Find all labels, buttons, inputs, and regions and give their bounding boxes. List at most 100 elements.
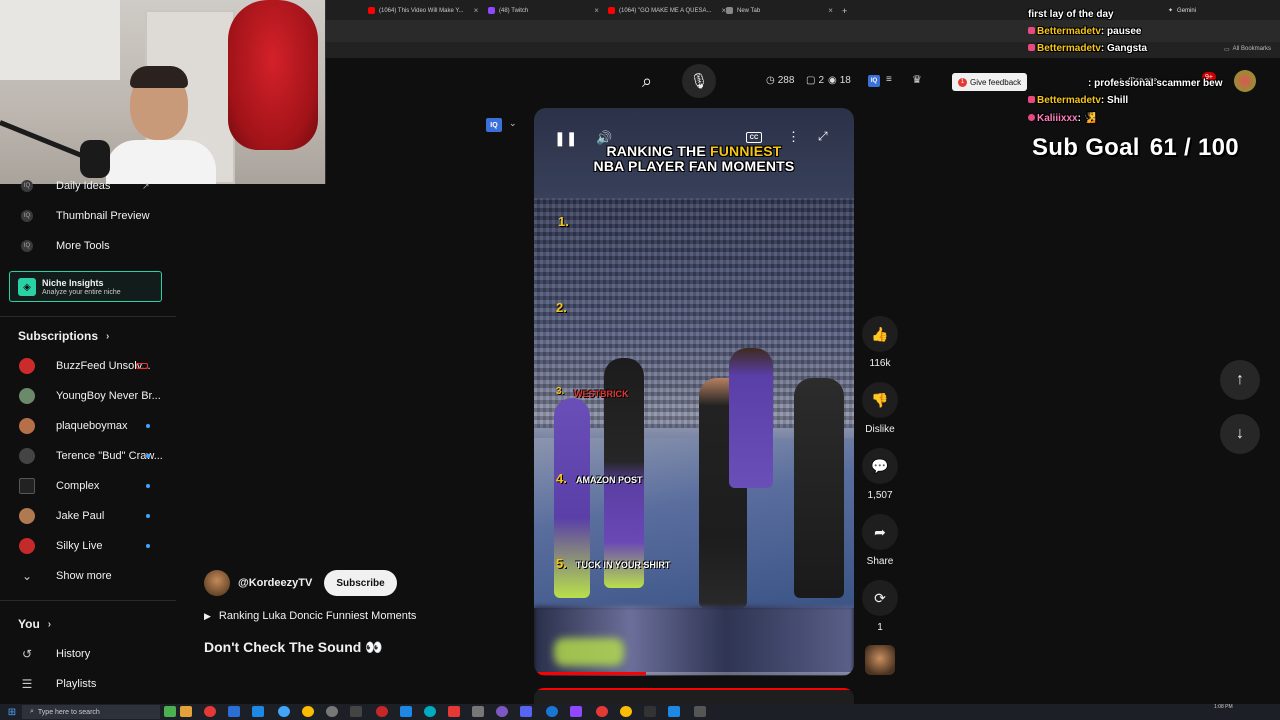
chrome-icon[interactable]	[620, 706, 632, 717]
app-icon[interactable]	[278, 706, 290, 717]
app-icon[interactable]	[496, 706, 508, 717]
fullscreen-icon[interactable]: ⤢	[818, 129, 828, 144]
list-icon[interactable]: ≡	[886, 74, 892, 85]
remix-button[interactable]: ⟳ 1	[862, 580, 898, 633]
next-short-peek[interactable]	[534, 688, 854, 704]
share-button[interactable]: ➦ Share	[862, 514, 898, 567]
rank-number: 2.	[556, 300, 567, 315]
discord-icon[interactable]	[520, 706, 532, 717]
app-icon[interactable]	[326, 706, 338, 717]
channel-avatar[interactable]	[204, 570, 230, 596]
rank-number: 3.	[556, 386, 565, 397]
app-icon[interactable]	[252, 706, 264, 717]
shorts-player[interactable]: RANKING THE FUNNIEST NBA PLAYER FAN MOME…	[534, 108, 854, 676]
you-title: You	[18, 617, 40, 631]
dislike-button[interactable]: 👎 Dislike	[862, 382, 898, 435]
channel-name[interactable]: @KordeezyTV	[238, 577, 312, 589]
tab-title: (1064) This Video Will Make Y...	[379, 7, 464, 14]
app-icon[interactable]	[180, 706, 192, 717]
new-content-dot	[146, 544, 150, 548]
search-icon[interactable]: ⌕	[626, 64, 668, 98]
sidebar-item-playlists[interactable]: ☰ Playlists	[0, 669, 176, 699]
niche-title: Niche Insights	[42, 278, 104, 288]
iq-icon: IQ	[18, 207, 36, 225]
more-vertical-icon[interactable]: ⋮	[787, 129, 800, 145]
pause-icon[interactable]: ❚❚	[554, 130, 577, 147]
browser-tab-2[interactable]: (48) Twitch ×	[488, 3, 599, 18]
clock-time: 1:08 PM	[1214, 704, 1233, 710]
related-video-link[interactable]: ▶ Ranking Luka Doncic Funniest Moments	[204, 610, 416, 622]
you-heading[interactable]: You ›	[18, 617, 51, 631]
sub-goal-overlay: Sub Goal 61 / 100	[1032, 134, 1239, 162]
app-icon[interactable]	[570, 706, 582, 717]
iq-extension-icon[interactable]: IQ	[868, 75, 880, 87]
sidebar-subscription[interactable]: YoungBoy Never Br...	[0, 381, 176, 411]
app-icon[interactable]	[164, 706, 176, 717]
sub-goal-target: 100	[1197, 134, 1239, 161]
app-icon[interactable]	[694, 706, 706, 717]
previous-short-button[interactable]: ↑	[1220, 360, 1260, 400]
app-icon[interactable]	[228, 706, 240, 717]
trophy-icon[interactable]: ♛	[912, 73, 922, 86]
comment-count: 1,507	[867, 490, 893, 501]
playlist-icon: ☰	[21, 677, 33, 691]
app-icon[interactable]	[376, 706, 388, 717]
iq-extension-icon[interactable]: IQ	[486, 118, 502, 132]
browser-tab-1[interactable]: (1064) This Video Will Make Y... ×	[368, 3, 478, 18]
sidebar-item-history[interactable]: ↺ History	[0, 639, 176, 669]
give-feedback-button[interactable]: 1 Give feedback	[952, 73, 1028, 91]
next-short-button[interactable]: ↓	[1220, 414, 1260, 454]
subscribe-button[interactable]: Subscribe	[324, 570, 397, 596]
sound-avatar[interactable]	[865, 645, 895, 675]
browser-tab-4[interactable]: New Tab ×	[726, 3, 833, 18]
search-icon: ⌕	[30, 708, 34, 715]
app-icon[interactable]	[400, 706, 412, 717]
niche-subtitle: Analyze your entire niche	[42, 289, 121, 296]
webcam-overlay	[0, 0, 326, 184]
app-icon[interactable]	[668, 706, 680, 717]
app-icon[interactable]	[546, 706, 558, 717]
new-tab-button[interactable]: +	[842, 3, 847, 18]
browser-tab-3[interactable]: (1064) "GO MAKE ME A QUESA... ×	[608, 3, 726, 18]
show-more-button[interactable]: ⌄ Show more	[0, 561, 176, 591]
app-icon[interactable]	[596, 706, 608, 717]
stream-chat-overlay: first lay of the day Bettermadetv: pause…	[1028, 0, 1280, 130]
app-icon[interactable]	[472, 706, 484, 717]
chat-message: first lay of the day	[1028, 9, 1114, 20]
captions-icon[interactable]: CC	[746, 132, 762, 143]
sub-goal-label: Sub Goal	[1032, 134, 1140, 161]
sidebar-subscription[interactable]: Silky Live	[0, 531, 176, 561]
sidebar-subscription[interactable]: plaqueboymax	[0, 411, 176, 441]
chat-message: Bettermadetv: Shill	[1028, 95, 1128, 106]
sidebar-subscription[interactable]: Terence "Bud" Craw...	[0, 441, 176, 471]
app-icon[interactable]	[204, 706, 216, 717]
edge-icon[interactable]	[424, 706, 436, 717]
taskbar-clock[interactable]: 1:08 PM	[1214, 704, 1233, 711]
niche-insights-button[interactable]: ◈ Niche Insights Analyze your entire nic…	[9, 271, 162, 302]
sidebar-item-label: Thumbnail Preview	[56, 210, 150, 222]
app-icon[interactable]	[448, 706, 460, 717]
sidebar-subscription[interactable]: Jake Paul	[0, 501, 176, 531]
subscriptions-heading[interactable]: Subscriptions ›	[18, 329, 109, 343]
chevron-down-icon[interactable]: ⌄	[509, 118, 517, 129]
close-icon[interactable]: ×	[594, 6, 599, 15]
microphone-icon[interactable]: 🎙	[682, 64, 716, 98]
close-icon[interactable]: ×	[828, 6, 833, 15]
chrome-icon[interactable]	[302, 706, 314, 717]
sidebar-item-daily-ideas[interactable]: IQ Daily Ideas ↗	[0, 171, 176, 201]
avatar	[19, 358, 35, 374]
like-button[interactable]: 👍 116k	[862, 316, 898, 369]
sidebar-item-more-tools[interactable]: IQ More Tools	[0, 231, 176, 261]
app-icon[interactable]	[644, 706, 656, 717]
sidebar-item-thumbnail-preview[interactable]: IQ Thumbnail Preview	[0, 201, 176, 231]
volume-icon[interactable]: 🔊	[596, 130, 612, 146]
sidebar-subscription[interactable]: BuzzFeed Unsolv...	[0, 351, 176, 381]
comments-button[interactable]: 💬 1,507	[862, 448, 898, 501]
close-icon[interactable]: ×	[474, 6, 479, 15]
app-icon[interactable]	[350, 706, 362, 717]
progress-bar[interactable]	[534, 672, 854, 675]
taskbar-search-input[interactable]: ⌕ Type here to search	[22, 705, 160, 719]
youtube-icon	[368, 7, 375, 14]
windows-start-icon[interactable]: ⊞	[6, 706, 18, 718]
sidebar-subscription[interactable]: Complex	[0, 471, 176, 501]
